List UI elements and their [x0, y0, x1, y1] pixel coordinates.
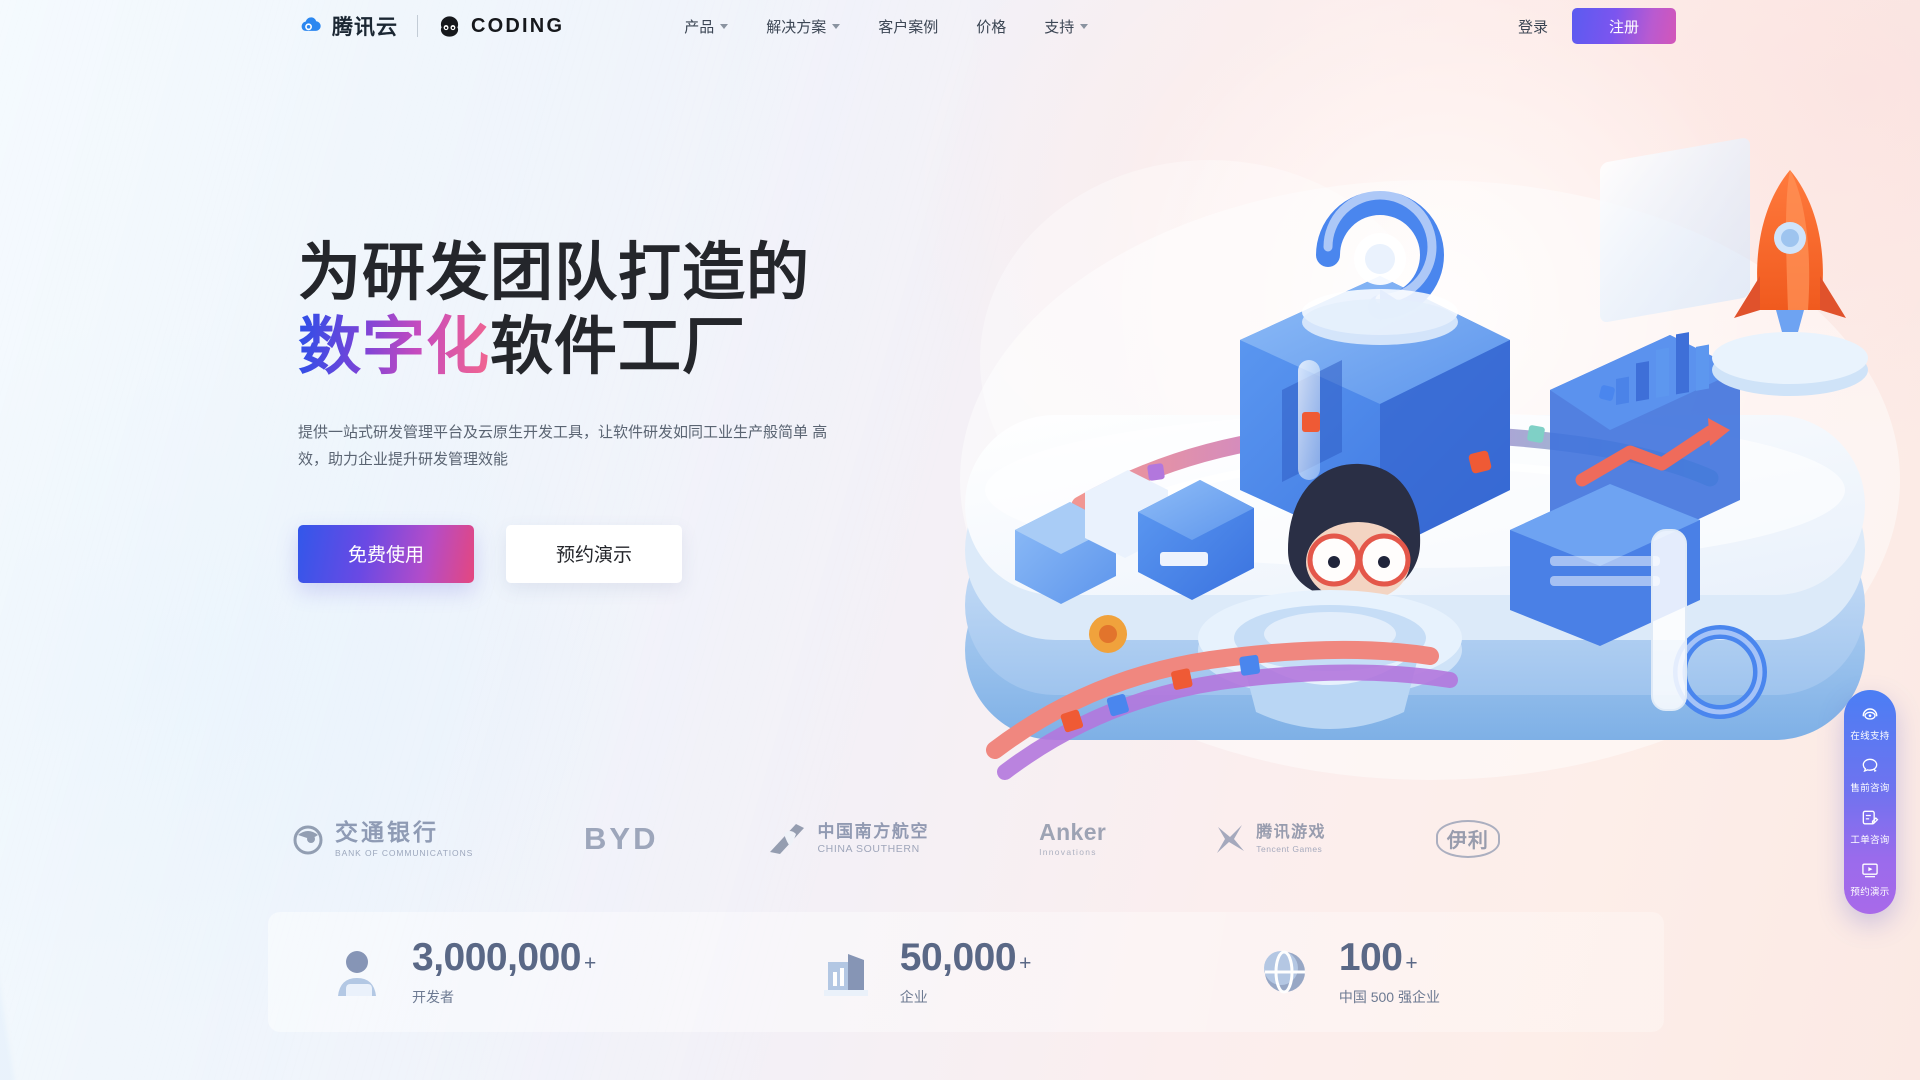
nav-solutions[interactable]: 解决方案 [750, 9, 856, 44]
coding-logo[interactable]: CODING [437, 14, 564, 39]
nav-cases[interactable]: 客户案例 [862, 9, 954, 44]
bocom-en-label: BANK OF COMMUNICATIONS [335, 847, 474, 858]
chevron-down-icon [1080, 23, 1089, 29]
stat-enterprises-label: 企业 [899, 988, 928, 1005]
background-glow [998, 0, 1882, 756]
anker-en-label: Innovations [1039, 847, 1097, 858]
hero-cta-group: 免费使用 预约演示 [298, 524, 938, 583]
tgames-en-label: Tencent Games [1256, 843, 1323, 854]
headset-icon [1862, 708, 1878, 720]
hero-title-line2: 数字化软件工厂 [298, 310, 938, 384]
customer-logo-strip: 交通银行 BANK OF COMMUNICATIONS BYD 中国南方航空 C… [290, 810, 1640, 868]
logo-yili: 伊利 [1435, 820, 1500, 858]
stat-enterprises-plus: + [1019, 951, 1031, 975]
stat-enterprises-number: 50,000 [899, 935, 1017, 979]
video-play-icon [1862, 863, 1878, 878]
building-chart-icon [823, 954, 868, 996]
page-title: 为研发团队打造的 数字化软件工厂 [298, 236, 938, 385]
nav-solutions-label: 解决方案 [766, 18, 827, 36]
nav-support[interactable]: 支持 [1028, 9, 1104, 44]
stat-fortune500-label: 中国 500 强企业 [1338, 988, 1440, 1005]
rail-online-support[interactable]: 在线支持 [1844, 704, 1896, 742]
tencent-cloud-icon [301, 17, 321, 31]
stat-fortune500-number: 100 [1338, 935, 1403, 979]
stat-enterprises: 50,000 + 企业 [818, 938, 1031, 1007]
nav-support-label: 支持 [1044, 18, 1075, 36]
user-icon [338, 951, 376, 996]
china-southern-mark-icon [770, 824, 805, 854]
book-demo-button[interactable]: 预约演示 [506, 524, 682, 583]
nav-pricing-label: 价格 [976, 18, 1007, 36]
nav-products-label: 产品 [684, 18, 715, 36]
rail-presales-label: 售前咨询 [1850, 783, 1890, 794]
rail-ticket[interactable]: 工单咨询 [1844, 808, 1896, 846]
header-actions: 登录 注册 [1518, 8, 1676, 44]
hero-section: 为研发团队打造的 数字化软件工厂 提供一站式研发管理平台及云原生开发工具，让软件… [298, 236, 938, 583]
stat-developers-value: 3,000,000 + [412, 938, 596, 977]
nav-products[interactable]: 产品 [668, 9, 744, 44]
logo-anker: Anker Innovations [1039, 821, 1106, 857]
chevron-down-icon [720, 23, 729, 29]
hero-subtitle-line1: 提供一站式研发管理平台及云原生开发工具，让软件研发如同工业生产般简单 [298, 423, 809, 441]
stat-fortune500: 100 + 中国 500 强企业 [1257, 938, 1440, 1007]
brand-lockup[interactable]: 腾讯云 CODING [298, 11, 564, 41]
globe-icon [1263, 950, 1305, 994]
bocom-cn-label: 交通银行 [335, 818, 439, 845]
ticket-edit-icon [1862, 810, 1879, 825]
hero-subtitle: 提供一站式研发管理平台及云原生开发工具，让软件研发如同工业生产般简单 高效，助力… [298, 419, 850, 473]
hero-title-rest: 软件工厂 [490, 312, 746, 383]
logo-bank-of-communications: 交通银行 BANK OF COMMUNICATIONS [290, 818, 478, 858]
stat-fortune500-plus: + [1405, 951, 1418, 975]
tencent-games-mark-icon [1217, 825, 1245, 853]
free-trial-button[interactable]: 免费使用 [298, 524, 474, 583]
signup-button[interactable]: 注册 [1572, 8, 1676, 44]
csair-en-label: CHINA SOUTHERN [817, 843, 920, 856]
bocom-mark-icon [293, 825, 323, 855]
login-link[interactable]: 登录 [1518, 16, 1548, 37]
tencent-cloud-name: 腾讯云 [332, 16, 398, 39]
rail-online-support-label: 在线支持 [1850, 731, 1890, 742]
stat-enterprises-value: 50,000 + [899, 935, 1032, 979]
stat-developers-plus: + [584, 951, 596, 975]
csair-cn-label: 中国南方航空 [817, 822, 930, 842]
rail-book-demo-label: 预约演示 [1850, 887, 1890, 898]
hero-title-line1: 为研发团队打造的 [298, 238, 810, 308]
tgames-cn-label: 腾讯游戏 [1256, 823, 1326, 841]
site-header: 腾讯云 CODING 产品 解决方案 客户案例 价格 支持 登录 注册 [0, 0, 1920, 52]
hero-title-accent: 数字化 [298, 312, 490, 383]
stat-developers-number: 3,000,000 [412, 935, 582, 979]
support-rail: 在线支持 售前咨询 工单咨询 预约演示 [1844, 690, 1896, 914]
anker-cn-label: Anker [1039, 819, 1107, 846]
rail-presales[interactable]: 售前咨询 [1844, 756, 1896, 794]
nav-pricing[interactable]: 价格 [960, 9, 1022, 44]
rail-book-demo[interactable]: 预约演示 [1844, 860, 1896, 898]
stat-developers: 3,000,000 + 开发者 [330, 938, 596, 1007]
stat-developers-label: 开发者 [412, 988, 454, 1005]
logo-china-southern: 中国南方航空 CHINA SOUTHERN [768, 822, 929, 856]
main-navigation: 产品 解决方案 客户案例 价格 支持 [668, 9, 1104, 44]
stats-bar: 3,000,000 + 开发者 50,000 + 企业 100 + 中国 500 强企… [268, 912, 1664, 1032]
tencent-cloud-logo[interactable]: 腾讯云 [298, 11, 398, 41]
nav-cases-label: 客户案例 [878, 18, 939, 36]
chat-bubble-icon [1862, 758, 1878, 773]
logo-byd: BYD [584, 821, 659, 856]
stat-fortune500-value: 100 + [1339, 938, 1440, 977]
brand-divider [417, 15, 418, 37]
coding-mascot-icon [440, 15, 459, 37]
rail-ticket-label: 工单咨询 [1850, 835, 1890, 846]
coding-name: CODING [471, 14, 565, 37]
logo-tencent-games: 腾讯游戏 Tencent Games [1212, 821, 1326, 857]
chevron-down-icon [832, 23, 841, 29]
yili-cn-label: 伊利 [1435, 820, 1500, 858]
